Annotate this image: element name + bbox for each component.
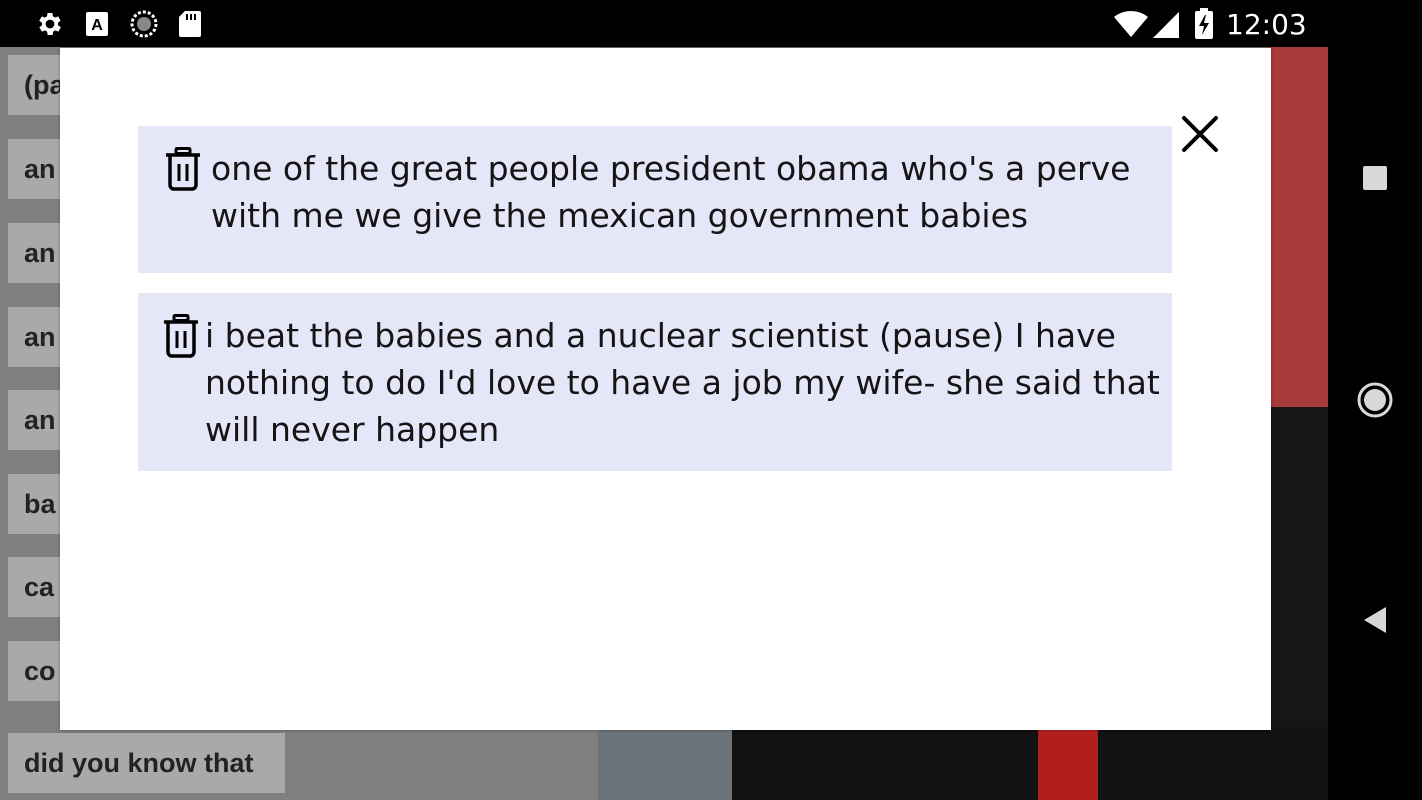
transcript-text: i beat the babies and a nuclear scientis… xyxy=(205,312,1160,453)
word-chip[interactable]: an xyxy=(8,307,60,367)
home-button[interactable] xyxy=(1328,353,1422,447)
status-clock: 12:03 xyxy=(1226,8,1307,41)
trash-icon[interactable] xyxy=(162,314,200,358)
cell-signal-icon xyxy=(1152,11,1180,44)
font-a-icon: A xyxy=(84,9,110,44)
word-chip[interactable]: an xyxy=(8,223,60,283)
recents-square-icon xyxy=(1363,166,1387,190)
transcript-line: will never happen xyxy=(205,410,500,449)
word-chip[interactable]: (pa xyxy=(8,55,60,115)
back-button[interactable] xyxy=(1328,573,1422,667)
back-triangle-icon xyxy=(1364,607,1386,633)
transcript-line: i beat the babies and a nuclear scientis… xyxy=(205,316,1116,355)
settings-icon xyxy=(35,9,65,44)
transcript-line: nothing to do I'd love to have a job my … xyxy=(205,363,1160,402)
navigation-bar xyxy=(1328,47,1422,800)
transcript-line: one of the great people president obama … xyxy=(211,149,1131,188)
home-circle-icon xyxy=(1357,382,1393,418)
wifi-icon xyxy=(1113,10,1149,43)
transcript-dialog: one of the great people president obama … xyxy=(60,48,1271,730)
word-chip[interactable]: did you know that xyxy=(8,733,285,793)
close-icon xyxy=(1182,116,1218,152)
word-chip[interactable]: co xyxy=(8,641,60,701)
sd-card-icon xyxy=(177,9,203,44)
battery-charging-icon xyxy=(1193,8,1215,45)
word-chip[interactable]: ba xyxy=(8,474,60,534)
sync-progress-icon xyxy=(129,9,159,44)
word-chip[interactable]: an xyxy=(8,390,60,450)
status-bar: A 12:03 xyxy=(0,0,1422,47)
word-chip[interactable]: ca xyxy=(8,557,60,617)
transcript-line: with me we give the mexican government b… xyxy=(211,196,1029,235)
transcript-entry: i beat the babies and a nuclear scientis… xyxy=(138,293,1172,471)
close-button[interactable] xyxy=(1176,110,1224,158)
word-chip[interactable]: an xyxy=(8,139,60,199)
trash-icon[interactable] xyxy=(164,147,202,191)
transcript-text: one of the great people president obama … xyxy=(211,145,1130,239)
recents-button[interactable] xyxy=(1328,131,1422,225)
transcript-entry: one of the great people president obama … xyxy=(138,126,1172,273)
svg-text:A: A xyxy=(91,17,103,34)
